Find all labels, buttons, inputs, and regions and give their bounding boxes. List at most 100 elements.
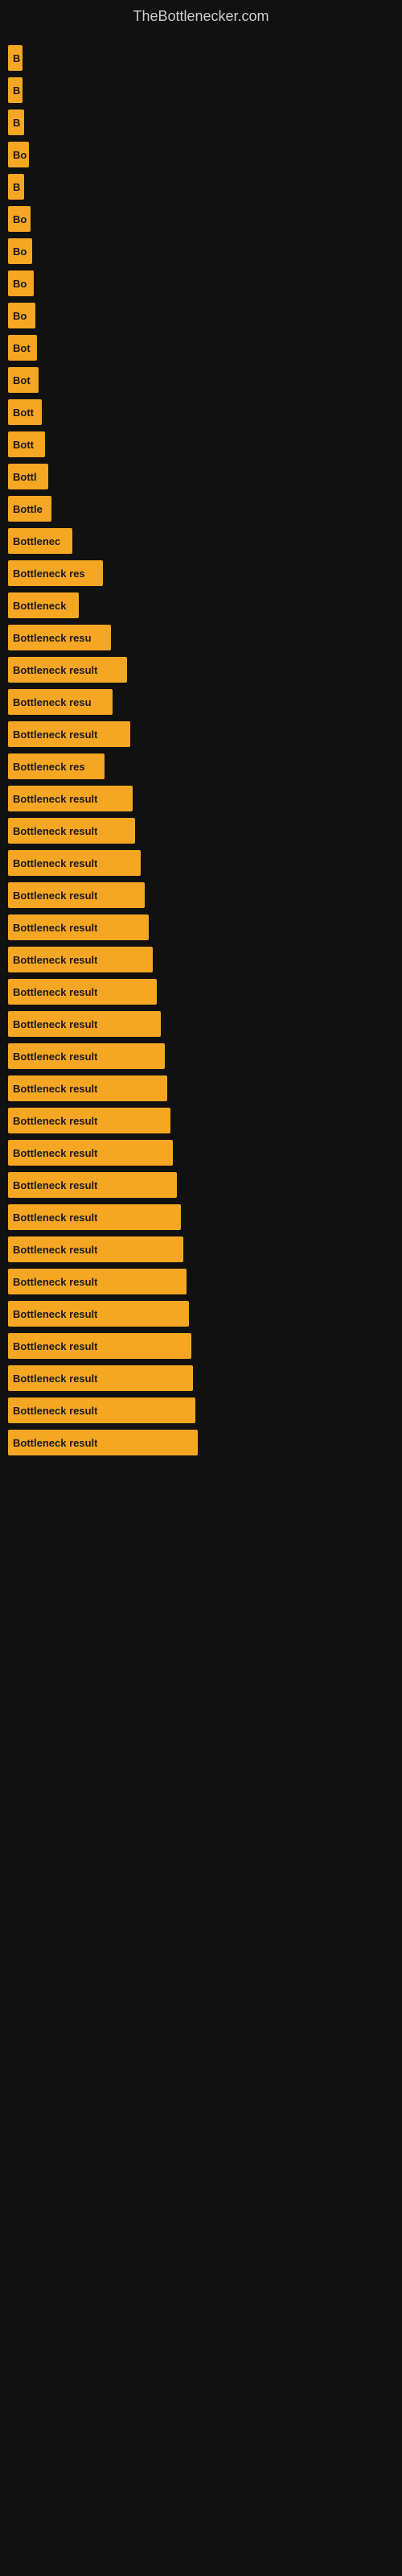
bar-label: Bottleneck res [13,761,85,773]
bar: Bottleneck result [8,914,149,940]
bar: Bottleneck result [8,882,145,908]
bar: Bo [8,206,31,232]
bar-label: Bottleneck result [13,1405,97,1417]
bar-row: B [8,77,394,103]
bar-label: Bottleneck result [13,857,97,869]
bar: Bottleneck result [8,1011,161,1037]
bar-row: Bottleneck result [8,1043,394,1069]
bar-row: Bottleneck result [8,721,394,747]
bar-label: Bott [13,407,34,419]
bar-row: Bottleneck result [8,786,394,811]
bar-row: Bottleneck res [8,753,394,779]
bar-row: Bottleneck result [8,1365,394,1391]
bar: Bottl [8,464,48,489]
bar-row: Bottleneck result [8,1236,394,1262]
bar-label: Bottleneck result [13,890,97,902]
bar-row: Bottle [8,496,394,522]
bar-label: Bottleneck result [13,1083,97,1095]
bar-row: Bottleneck result [8,1172,394,1198]
bar: Bottleneck result [8,1043,165,1069]
bar-label: Bo [13,246,27,258]
bar: Bottleneck result [8,1204,181,1230]
bar-row: Bottl [8,464,394,489]
bar-label: Bott [13,439,34,451]
bar-label: Bo [13,213,27,225]
bar-label: Bottleneck result [13,1147,97,1159]
bar: Bottleneck result [8,786,133,811]
bar-row: Bottleneck result [8,882,394,908]
bar: Bottleneck result [8,850,141,876]
bar-label: Bottleneck result [13,729,97,741]
bar-label: Bottleneck result [13,1276,97,1288]
bar: Bottleneck result [8,1333,191,1359]
bar-row: Bo [8,142,394,167]
bar: Bottleneck resu [8,689,113,715]
bar-row: Bottleneck result [8,657,394,683]
bar-row: Bottleneck [8,592,394,618]
bar: Bottleneck result [8,1365,193,1391]
bar-label: Bot [13,342,31,354]
bar: B [8,45,23,71]
bar-label: Bottleneck result [13,1212,97,1224]
bar-label: Bo [13,149,27,161]
bar-row: Bottleneck result [8,818,394,844]
bar-label: Bottleneck result [13,1437,97,1449]
bar: Bottle [8,496,51,522]
bar: Bottleneck result [8,1172,177,1198]
bar: Bo [8,270,34,296]
bar-label: Bo [13,310,27,322]
bar: Bottleneck result [8,818,135,844]
bars-container: BBBBoBBoBoBoBoBotBotBottBottBottlBottleB… [0,29,402,1470]
bar-row: Bottleneck result [8,1301,394,1327]
bar-label: Bottleneck result [13,954,97,966]
bar-row: Bottleneck result [8,914,394,940]
bar: Bottleneck [8,592,79,618]
bar: Bottleneck res [8,753,105,779]
bar: Bottleneck result [8,1397,195,1423]
bar-row: Bot [8,367,394,393]
bar-label: Bottleneck result [13,1051,97,1063]
bar: B [8,77,23,103]
bar-row: Bottleneck result [8,1397,394,1423]
bar: Bottleneck result [8,947,153,972]
bar-row: Bottleneck result [8,850,394,876]
bar-label: Bottleneck result [13,1373,97,1385]
bar-row: Bottleneck result [8,1204,394,1230]
bar-label: Bottleneck result [13,1018,97,1030]
bar: Bottleneck resu [8,625,111,650]
bar: Bottleneck result [8,979,157,1005]
bar-row: Bottleneck result [8,1269,394,1294]
bar: Bottleneck result [8,1269,187,1294]
bar: Bottleneck result [8,1108,170,1133]
bar: Bo [8,303,35,328]
bar-label: B [13,181,20,193]
bar-row: B [8,45,394,71]
site-title: TheBottlenecker.com [0,0,402,29]
bar-row: Bottleneck result [8,1108,394,1133]
bar-label: Bottleneck result [13,922,97,934]
bar-row: Bottleneck result [8,979,394,1005]
bar-label: Bottle [13,503,43,515]
bar-row: Bo [8,206,394,232]
bar-row: Bottleneck resu [8,625,394,650]
bar: Bot [8,335,37,361]
bar-label: Bottleneck result [13,1244,97,1256]
bar-label: Bot [13,374,31,386]
bar-label: Bottleneck result [13,664,97,676]
bar-row: Bott [8,431,394,457]
bar-label: Bottleneck result [13,1179,97,1191]
bar: Bottleneck result [8,657,127,683]
bar-row: Bott [8,399,394,425]
bar: Bottleneck result [8,1236,183,1262]
bar: Bottleneck result [8,1301,189,1327]
bar: Bo [8,142,29,167]
bar: Bottleneck result [8,1075,167,1101]
bar-label: Bo [13,278,27,290]
bar: Bottleneck result [8,1430,198,1455]
bar-row: B [8,109,394,135]
bar-row: Bottleneck res [8,560,394,586]
bar-label: B [13,52,20,64]
bar-row: Bottlenec [8,528,394,554]
bar: Bottleneck result [8,721,130,747]
bar-label: Bottleneck resu [13,632,92,644]
